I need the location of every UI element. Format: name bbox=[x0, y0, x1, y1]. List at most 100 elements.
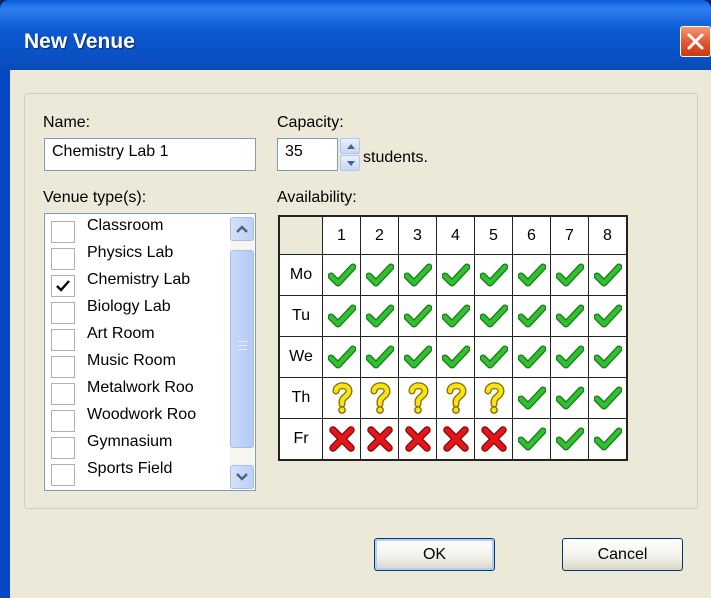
availability-cell-maybe[interactable] bbox=[398, 377, 437, 419]
venue-type-item[interactable]: Physics Lab bbox=[51, 244, 226, 271]
period-header[interactable]: 6 bbox=[512, 215, 551, 255]
period-header[interactable]: 5 bbox=[474, 215, 513, 255]
available-check-icon bbox=[517, 263, 546, 287]
availability-cell-yes[interactable] bbox=[436, 254, 475, 296]
availability-cell-no[interactable] bbox=[436, 418, 475, 461]
scroll-down-button[interactable] bbox=[230, 465, 254, 489]
availability-cell-maybe[interactable] bbox=[360, 377, 399, 419]
day-header[interactable]: Tu bbox=[278, 295, 323, 337]
spin-down-button[interactable] bbox=[340, 155, 360, 171]
availability-cell-yes[interactable] bbox=[550, 377, 589, 419]
spin-up-button[interactable] bbox=[340, 138, 360, 154]
thumb-grip bbox=[238, 349, 247, 350]
availability-cell-yes[interactable] bbox=[550, 336, 589, 378]
availability-cell-maybe[interactable] bbox=[474, 377, 513, 419]
availability-cell-yes[interactable] bbox=[588, 377, 628, 419]
availability-cell-yes[interactable] bbox=[398, 336, 437, 378]
availability-cell-yes[interactable] bbox=[436, 336, 475, 378]
availability-cell-yes[interactable] bbox=[322, 254, 361, 296]
availability-grid[interactable]: 1 2 3 4 5 6 7 8 Mo Tu We Th Fr bbox=[278, 215, 628, 461]
availability-cell-yes[interactable] bbox=[588, 336, 628, 378]
availability-cell-yes[interactable] bbox=[512, 336, 551, 378]
capacity-unit: students. bbox=[363, 149, 428, 166]
available-check-icon bbox=[593, 304, 622, 328]
availability-cell-no[interactable] bbox=[360, 418, 399, 461]
venue-list-scrollbar[interactable] bbox=[230, 217, 254, 489]
availability-cell-yes[interactable] bbox=[474, 295, 513, 337]
venue-type-item[interactable]: Classroom bbox=[51, 217, 226, 244]
maybe-question-icon bbox=[332, 382, 353, 414]
available-check-icon bbox=[479, 263, 508, 287]
availability-cell-yes[interactable] bbox=[588, 295, 628, 337]
checkbox[interactable] bbox=[51, 221, 75, 243]
venue-type-item[interactable]: Gymnasium bbox=[51, 433, 226, 460]
period-header[interactable]: 8 bbox=[588, 215, 628, 255]
period-header[interactable]: 1 bbox=[322, 215, 361, 255]
maybe-question-icon bbox=[370, 382, 391, 414]
day-header[interactable]: Mo bbox=[278, 254, 323, 296]
venue-type-item[interactable]: Biology Lab bbox=[51, 298, 226, 325]
checkbox[interactable] bbox=[51, 383, 75, 405]
unavailable-cross-icon bbox=[442, 426, 469, 452]
availability-cell-maybe[interactable] bbox=[436, 377, 475, 419]
venue-type-item[interactable]: Sports Field bbox=[51, 460, 226, 487]
venue-type-label: Biology Lab bbox=[87, 298, 171, 315]
availability-cell-no[interactable] bbox=[398, 418, 437, 461]
ok-button[interactable]: OK bbox=[374, 538, 495, 571]
checkbox[interactable] bbox=[51, 248, 75, 270]
availability-cell-yes[interactable] bbox=[360, 295, 399, 337]
checkbox[interactable] bbox=[51, 329, 75, 351]
checkbox[interactable] bbox=[51, 302, 75, 324]
availability-cell-yes[interactable] bbox=[512, 377, 551, 419]
venue-type-item[interactable]: Music Room bbox=[51, 352, 226, 379]
availability-cell-yes[interactable] bbox=[322, 295, 361, 337]
availability-cell-yes[interactable] bbox=[550, 295, 589, 337]
availability-cell-yes[interactable] bbox=[474, 254, 513, 296]
availability-cell-yes[interactable] bbox=[360, 254, 399, 296]
checkbox[interactable] bbox=[51, 410, 75, 432]
venue-type-item[interactable]: Woodwork Roo bbox=[51, 406, 226, 433]
period-header[interactable]: 3 bbox=[398, 215, 437, 255]
capacity-spinner[interactable] bbox=[340, 138, 360, 171]
close-button[interactable] bbox=[680, 26, 711, 57]
day-header[interactable]: Fr bbox=[278, 418, 323, 461]
availability-cell-yes[interactable] bbox=[512, 254, 551, 296]
availability-cell-yes[interactable] bbox=[512, 418, 551, 461]
availability-cell-yes[interactable] bbox=[322, 336, 361, 378]
scroll-up-button[interactable] bbox=[230, 217, 254, 241]
cancel-button[interactable]: Cancel bbox=[562, 538, 683, 571]
venue-type-item[interactable]: Metalwork Roo bbox=[51, 379, 226, 406]
availability-cell-yes[interactable] bbox=[588, 254, 628, 296]
period-header[interactable]: 4 bbox=[436, 215, 475, 255]
availability-cell-yes[interactable] bbox=[512, 295, 551, 337]
venue-types-list[interactable]: Classroom Physics Lab Chemistry Lab Biology… bbox=[44, 213, 256, 491]
availability-cell-yes[interactable] bbox=[360, 336, 399, 378]
checkbox[interactable] bbox=[51, 437, 75, 459]
checkbox[interactable] bbox=[51, 356, 75, 378]
venue-type-item[interactable]: Art Room bbox=[51, 325, 226, 352]
availability-cell-yes[interactable] bbox=[398, 295, 437, 337]
period-header[interactable]: 2 bbox=[360, 215, 399, 255]
availability-cell-maybe[interactable] bbox=[322, 377, 361, 419]
checkbox[interactable] bbox=[51, 464, 75, 486]
availability-cell-yes[interactable] bbox=[398, 254, 437, 296]
availability-cell-yes[interactable] bbox=[474, 336, 513, 378]
title-bar[interactable]: New Venue bbox=[0, 0, 711, 70]
scroll-thumb[interactable] bbox=[230, 250, 254, 448]
availability-cell-yes[interactable] bbox=[550, 418, 589, 461]
availability-cell-yes[interactable] bbox=[436, 295, 475, 337]
day-header[interactable]: We bbox=[278, 336, 323, 378]
venue-type-item[interactable]: Chemistry Lab bbox=[51, 271, 226, 298]
available-check-icon bbox=[403, 263, 432, 287]
period-header[interactable]: 7 bbox=[550, 215, 589, 255]
capacity-input[interactable]: 35 bbox=[277, 138, 338, 171]
name-input[interactable]: Chemistry Lab 1 bbox=[44, 138, 256, 171]
availability-cell-yes[interactable] bbox=[588, 418, 628, 461]
available-check-icon bbox=[517, 386, 546, 410]
availability-cell-yes[interactable] bbox=[550, 254, 589, 296]
availability-cell-no[interactable] bbox=[322, 418, 361, 461]
availability-cell-no[interactable] bbox=[474, 418, 513, 461]
day-header[interactable]: Th bbox=[278, 377, 323, 419]
checkbox[interactable] bbox=[51, 275, 75, 297]
availability-row: Th bbox=[278, 377, 628, 419]
